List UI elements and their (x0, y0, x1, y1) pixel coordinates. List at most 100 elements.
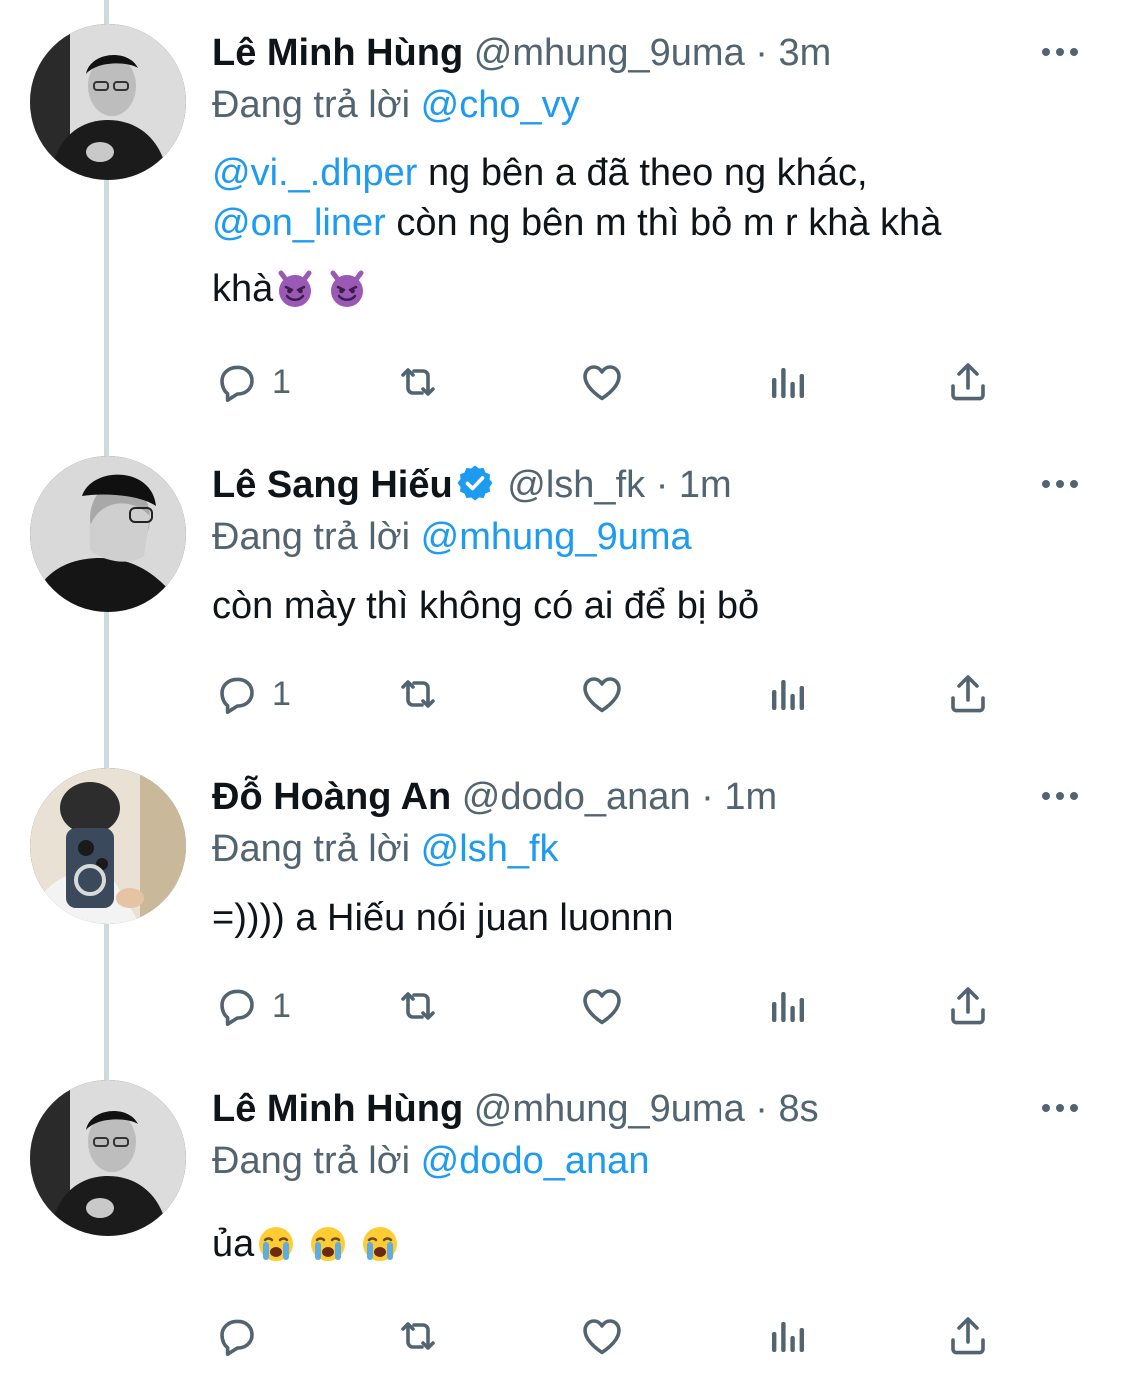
separator-dot: · (755, 32, 768, 74)
tweet-text: @vi._.dhper ng bên a đã theo ng khác, @o… (212, 148, 1092, 314)
share-button[interactable] (944, 1308, 992, 1364)
separator-dot: · (655, 464, 669, 506)
retweet-icon (394, 982, 442, 1030)
tweet-header: Đỗ Hoàng An @dodo_anan · 1m (212, 772, 777, 822)
mention-link[interactable]: @on_liner (212, 202, 386, 244)
bar-chart-icon (762, 358, 810, 406)
timestamp[interactable]: 8s (779, 1088, 819, 1130)
text-segment: ủa (212, 1223, 255, 1265)
replying-to-mention[interactable]: @cho_vy (421, 84, 580, 126)
views-button[interactable] (762, 978, 810, 1034)
retweet-icon (394, 1312, 442, 1360)
like-button[interactable] (578, 666, 626, 722)
replying-to-label: Đang trả lời (212, 1140, 411, 1182)
views-button[interactable] (762, 354, 810, 410)
smiling-imp-emoji (275, 269, 315, 309)
tweet[interactable]: Lê Minh Hùng @mhung_9uma · 8s Đang trả l… (0, 1056, 1125, 1375)
reply-button[interactable] (212, 1308, 272, 1364)
more-dots-icon[interactable] (1040, 42, 1080, 62)
author-handle[interactable]: @dodo_anan (462, 776, 691, 818)
tweet-actions: 1 (212, 354, 1012, 410)
share-button[interactable] (944, 354, 992, 410)
replying-to: Đang trả lời @mhung_9uma (212, 512, 692, 562)
author-handle[interactable]: @lsh_fk (507, 464, 645, 506)
replying-to-mention[interactable]: @lsh_fk (421, 828, 559, 870)
tweet-text: ủa (212, 1218, 1092, 1270)
tweet-actions: 1 (212, 978, 1012, 1034)
like-button[interactable] (578, 354, 626, 410)
reply-count: 1 (272, 674, 291, 713)
text-segment: khà (212, 268, 274, 310)
retweet-button[interactable] (394, 666, 442, 722)
tweet[interactable]: Lê Minh Hùng @mhung_9uma · 3m Đang trả l… (0, 0, 1125, 430)
replying-to-label: Đang trả lời (212, 828, 411, 870)
mention-link[interactable]: @vi._.dhper (212, 152, 417, 194)
author-name[interactable]: Lê Minh Hùng (212, 1088, 463, 1130)
tweet[interactable]: Lê Sang Hiếu @lsh_fk · 1m Đang trả lời @… (0, 432, 1125, 742)
tweet[interactable]: Đỗ Hoàng An @dodo_anan · 1m Đang trả lời… (0, 744, 1125, 1056)
avatar[interactable] (30, 1080, 186, 1236)
replying-to-mention[interactable]: @mhung_9uma (421, 516, 692, 558)
text-segment: ng bên a đã theo ng khác, (428, 152, 868, 194)
crying-emoji (308, 1224, 348, 1264)
like-button[interactable] (578, 978, 626, 1034)
views-button[interactable] (762, 666, 810, 722)
separator-dot: · (701, 776, 714, 818)
speech-bubble-icon (212, 670, 260, 718)
reply-count: 1 (272, 362, 291, 401)
avatar[interactable] (30, 24, 186, 180)
retweet-button[interactable] (394, 354, 442, 410)
author-name[interactable]: Lê Sang Hiếu (212, 464, 453, 506)
retweet-button[interactable] (394, 978, 442, 1034)
tweet-header: Lê Sang Hiếu @lsh_fk · 1m (212, 460, 732, 510)
timestamp[interactable]: 1m (724, 776, 777, 818)
author-name[interactable]: Đỗ Hoàng An (212, 776, 451, 818)
crying-emoji (256, 1224, 296, 1264)
replying-to-mention[interactable]: @dodo_anan (421, 1140, 650, 1182)
more-dots-icon[interactable] (1040, 786, 1080, 806)
retweet-button[interactable] (394, 1308, 442, 1364)
bar-chart-icon (762, 670, 810, 718)
speech-bubble-icon (212, 1312, 260, 1360)
retweet-icon (394, 670, 442, 718)
tweet-header: Lê Minh Hùng @mhung_9uma · 3m (212, 28, 831, 78)
timestamp[interactable]: 1m (679, 464, 732, 506)
reply-button[interactable]: 1 (212, 666, 291, 722)
author-handle[interactable]: @mhung_9uma (474, 1088, 745, 1130)
text-segment: còn ng bên m thì bỏ m r khà khà (396, 202, 942, 244)
author-handle[interactable]: @mhung_9uma (474, 32, 745, 74)
views-button[interactable] (762, 1308, 810, 1364)
like-button[interactable] (578, 1308, 626, 1364)
tweet-actions (212, 1308, 1012, 1364)
avatar[interactable] (30, 456, 186, 612)
replying-to: Đang trả lời @dodo_anan (212, 1136, 649, 1186)
replying-to-label: Đang trả lời (212, 84, 411, 126)
share-icon (944, 358, 992, 406)
more-dots-icon[interactable] (1040, 1098, 1080, 1118)
share-icon (944, 982, 992, 1030)
share-button[interactable] (944, 666, 992, 722)
reply-button[interactable]: 1 (212, 978, 291, 1034)
more-dots-icon[interactable] (1040, 474, 1080, 494)
verified-badge-icon (455, 463, 495, 503)
tweet-text: =)))) a Hiếu nói juan luonnn (212, 897, 674, 939)
timestamp[interactable]: 3m (779, 32, 832, 74)
replying-to: Đang trả lời @cho_vy (212, 80, 580, 130)
author-name[interactable]: Lê Minh Hùng (212, 32, 463, 74)
share-button[interactable] (944, 978, 992, 1034)
heart-icon (578, 982, 626, 1030)
separator-dot: · (755, 1088, 768, 1130)
bar-chart-icon (762, 1312, 810, 1360)
smiling-imp-emoji (327, 269, 367, 309)
heart-icon (578, 1312, 626, 1360)
speech-bubble-icon (212, 982, 260, 1030)
reply-button[interactable]: 1 (212, 354, 291, 410)
retweet-icon (394, 358, 442, 406)
tweet-text: còn mày thì không có ai để bị bỏ (212, 585, 760, 627)
bar-chart-icon (762, 982, 810, 1030)
replying-to-label: Đang trả lời (212, 516, 411, 558)
replying-to: Đang trả lời @lsh_fk (212, 824, 559, 874)
tweet-header: Lê Minh Hùng @mhung_9uma · 8s (212, 1084, 819, 1134)
reply-count: 1 (272, 986, 291, 1025)
avatar[interactable] (30, 768, 186, 924)
